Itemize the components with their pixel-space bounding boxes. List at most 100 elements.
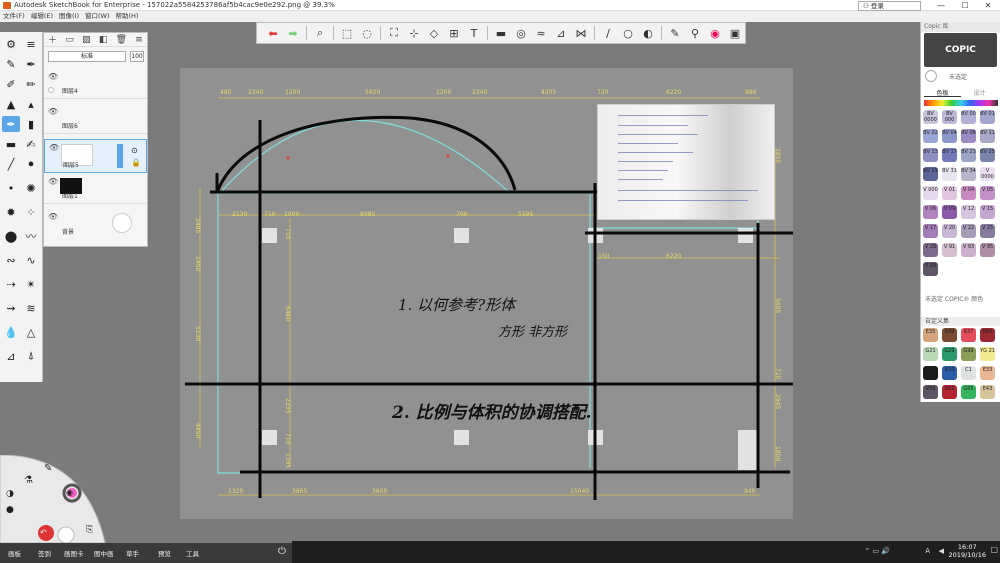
add-image-icon[interactable]: ▨ bbox=[82, 35, 91, 45]
brush-library-icon[interactable]: ⚲ bbox=[685, 24, 705, 42]
copic-swatch[interactable]: BV 25 bbox=[980, 148, 995, 162]
copic-swatch[interactable]: V 99 bbox=[923, 262, 938, 276]
undo-puck-icon[interactable]: ↶ bbox=[40, 528, 47, 537]
copic-swatch[interactable]: V 25 bbox=[980, 224, 995, 238]
menu-edit[interactable]: 编辑(E) bbox=[28, 11, 56, 22]
brush-properties-icon[interactable]: ⚗ bbox=[24, 475, 33, 486]
text-icon[interactable]: T bbox=[464, 24, 484, 42]
copy-icon[interactable]: ⎘ bbox=[86, 525, 93, 535]
layer-menu-icon[interactable]: ≡ bbox=[135, 35, 143, 45]
symmetry-icon[interactable]: ⊞ bbox=[444, 24, 464, 42]
eye-icon[interactable]: 👁 bbox=[48, 107, 58, 116]
copic-swatch[interactable]: BV 0000 bbox=[923, 110, 938, 124]
bottom-item-checkin[interactable]: 签到 bbox=[38, 548, 51, 558]
notification-icon[interactable]: ▢ bbox=[990, 545, 998, 554]
copic-swatch[interactable]: V 09 bbox=[942, 205, 957, 219]
delete-layer-icon[interactable]: 🗑 bbox=[116, 35, 127, 45]
tab-design[interactable]: 设计 bbox=[961, 88, 998, 97]
copic-swatch[interactable]: BV 23 bbox=[961, 148, 976, 162]
copic-swatch[interactable]: V 04 bbox=[961, 186, 976, 200]
layer-toggle-icon[interactable]: ▣ bbox=[725, 24, 745, 42]
background-color-swatch[interactable] bbox=[112, 213, 132, 233]
copic-swatch[interactable]: E49 bbox=[942, 328, 957, 342]
menu-window[interactable]: 窗口(W) bbox=[82, 11, 113, 22]
copic-swatch[interactable]: BV 000 bbox=[942, 110, 957, 124]
perspective-icon[interactable]: ⊿ bbox=[551, 24, 571, 42]
input-lang-indicator[interactable]: A bbox=[925, 547, 930, 555]
blend-mode-select[interactable]: 标准 bbox=[48, 51, 126, 62]
mirror-icon[interactable]: ⋈ bbox=[571, 24, 591, 42]
stroke-brush-2-icon[interactable]: ∿ bbox=[22, 252, 40, 268]
copic-swatch[interactable]: BV 29 bbox=[923, 167, 938, 181]
ink-pen-brush-icon[interactable]: ✒ bbox=[22, 56, 40, 72]
pencil-brush-icon[interactable]: ✎ bbox=[2, 56, 20, 72]
bottom-item-drawcard[interactable]: 画图卡 bbox=[64, 548, 84, 558]
transform-icon[interactable]: ⊹ bbox=[404, 24, 424, 42]
copic-swatch[interactable]: V 15 bbox=[980, 205, 995, 219]
copic-swatch[interactable]: BV 08 bbox=[961, 129, 976, 143]
eye-icon[interactable]: 👁 bbox=[48, 72, 58, 81]
copic-swatch[interactable]: V 01 bbox=[942, 186, 957, 200]
layer-opacity-bar[interactable] bbox=[117, 144, 123, 168]
color-wheel-icon[interactable]: ◉ bbox=[705, 24, 725, 42]
copic-swatch[interactable]: C1 bbox=[961, 366, 976, 380]
copic-swatch[interactable]: V99 bbox=[923, 385, 938, 399]
ruler-icon[interactable]: ▬ bbox=[491, 24, 511, 42]
sound-icon[interactable]: ◀ bbox=[939, 547, 944, 555]
dot-icon[interactable]: ● bbox=[6, 505, 14, 515]
eraser-brush-icon[interactable]: ▮ bbox=[22, 116, 40, 132]
blur-brush-icon[interactable]: ╱ bbox=[2, 156, 20, 172]
water-drop-icon[interactable]: 💧 bbox=[2, 324, 20, 340]
copic-swatch[interactable]: BV 04 bbox=[942, 129, 957, 143]
close-button[interactable]: ✕ bbox=[977, 0, 999, 11]
copic-swatch[interactable]: BV 17 bbox=[942, 148, 957, 162]
bottom-item-tools[interactable]: 工具 bbox=[186, 548, 199, 558]
copic-icon[interactable]: ✎ bbox=[665, 24, 685, 42]
redo-icon[interactable]: ➡ bbox=[283, 24, 303, 42]
hard-eraser-icon[interactable]: ▬ bbox=[2, 136, 20, 152]
layer-radio[interactable] bbox=[48, 87, 54, 93]
power-icon[interactable]: ⏻ bbox=[278, 546, 286, 557]
stroke-brush-4-icon[interactable]: ✴ bbox=[22, 276, 40, 292]
copic-swatch[interactable]: R37 bbox=[961, 328, 976, 342]
copic-swatch[interactable]: V 17 bbox=[923, 224, 938, 238]
tray-icons[interactable]: ⌃ ▭ 🔊 bbox=[864, 547, 890, 555]
eye-icon[interactable]: 👁 bbox=[49, 143, 59, 152]
copic-swatch[interactable]: E35 bbox=[923, 328, 938, 342]
crop-icon[interactable]: ⛶ bbox=[384, 24, 404, 42]
select-icon[interactable]: ⬚ bbox=[337, 24, 357, 42]
layer-mask-icon[interactable]: ◧ bbox=[99, 35, 108, 45]
add-folder-icon[interactable]: ▭ bbox=[65, 35, 74, 45]
eye-icon[interactable]: 👁 bbox=[48, 177, 58, 186]
fill-icon[interactable]: ◐ bbox=[638, 24, 658, 42]
bottom-item-picture[interactable]: 图中画 bbox=[94, 548, 114, 558]
copic-swatch[interactable]: V 000 bbox=[923, 186, 938, 200]
splatter-brush-icon[interactable]: ✺ bbox=[22, 180, 40, 196]
opacity-field[interactable]: 100 bbox=[130, 51, 144, 62]
copic-swatch[interactable]: BV 31 bbox=[942, 167, 957, 181]
login-button[interactable]: ⚇ 登录 bbox=[858, 1, 921, 11]
eye-icon[interactable]: 👁 bbox=[48, 212, 58, 221]
copic-swatch[interactable]: V 0000 bbox=[980, 167, 995, 181]
lasso-icon[interactable]: ◌ bbox=[357, 24, 377, 42]
felt-tip-icon[interactable]: ▴ bbox=[22, 96, 40, 112]
layer-item[interactable]: 👁 背景 bbox=[44, 209, 147, 239]
add-layer-icon[interactable]: ＋ bbox=[48, 33, 57, 46]
paint-brush-icon[interactable]: ⦁ bbox=[22, 156, 40, 172]
maximize-button[interactable]: ☐ bbox=[954, 0, 976, 11]
zoom-icon[interactable]: ⌕ bbox=[310, 24, 330, 42]
ellipse-guide-icon[interactable]: ◎ bbox=[511, 24, 531, 42]
copic-swatch[interactable]: V 05 bbox=[980, 186, 995, 200]
copic-swatch[interactable]: BV 01 bbox=[980, 110, 995, 124]
menu-help[interactable]: 帮助(H) bbox=[113, 11, 142, 22]
smudge-brush-icon[interactable]: ✍ bbox=[22, 136, 40, 152]
bottom-item-canvas[interactable]: 画板 bbox=[8, 548, 21, 558]
minimize-button[interactable]: — bbox=[930, 0, 952, 11]
copic-swatch[interactable]: BV 00 bbox=[961, 110, 976, 124]
stroke-brush-1-icon[interactable]: ∾ bbox=[2, 252, 20, 268]
copic-swatch[interactable]: G99 bbox=[961, 347, 976, 361]
copic-swatch[interactable]: V 06 bbox=[923, 205, 938, 219]
tab-palette[interactable]: 色板 bbox=[924, 88, 961, 97]
color-family-strip[interactable] bbox=[924, 100, 998, 106]
copic-swatch[interactable]: BV 11 bbox=[980, 129, 995, 143]
